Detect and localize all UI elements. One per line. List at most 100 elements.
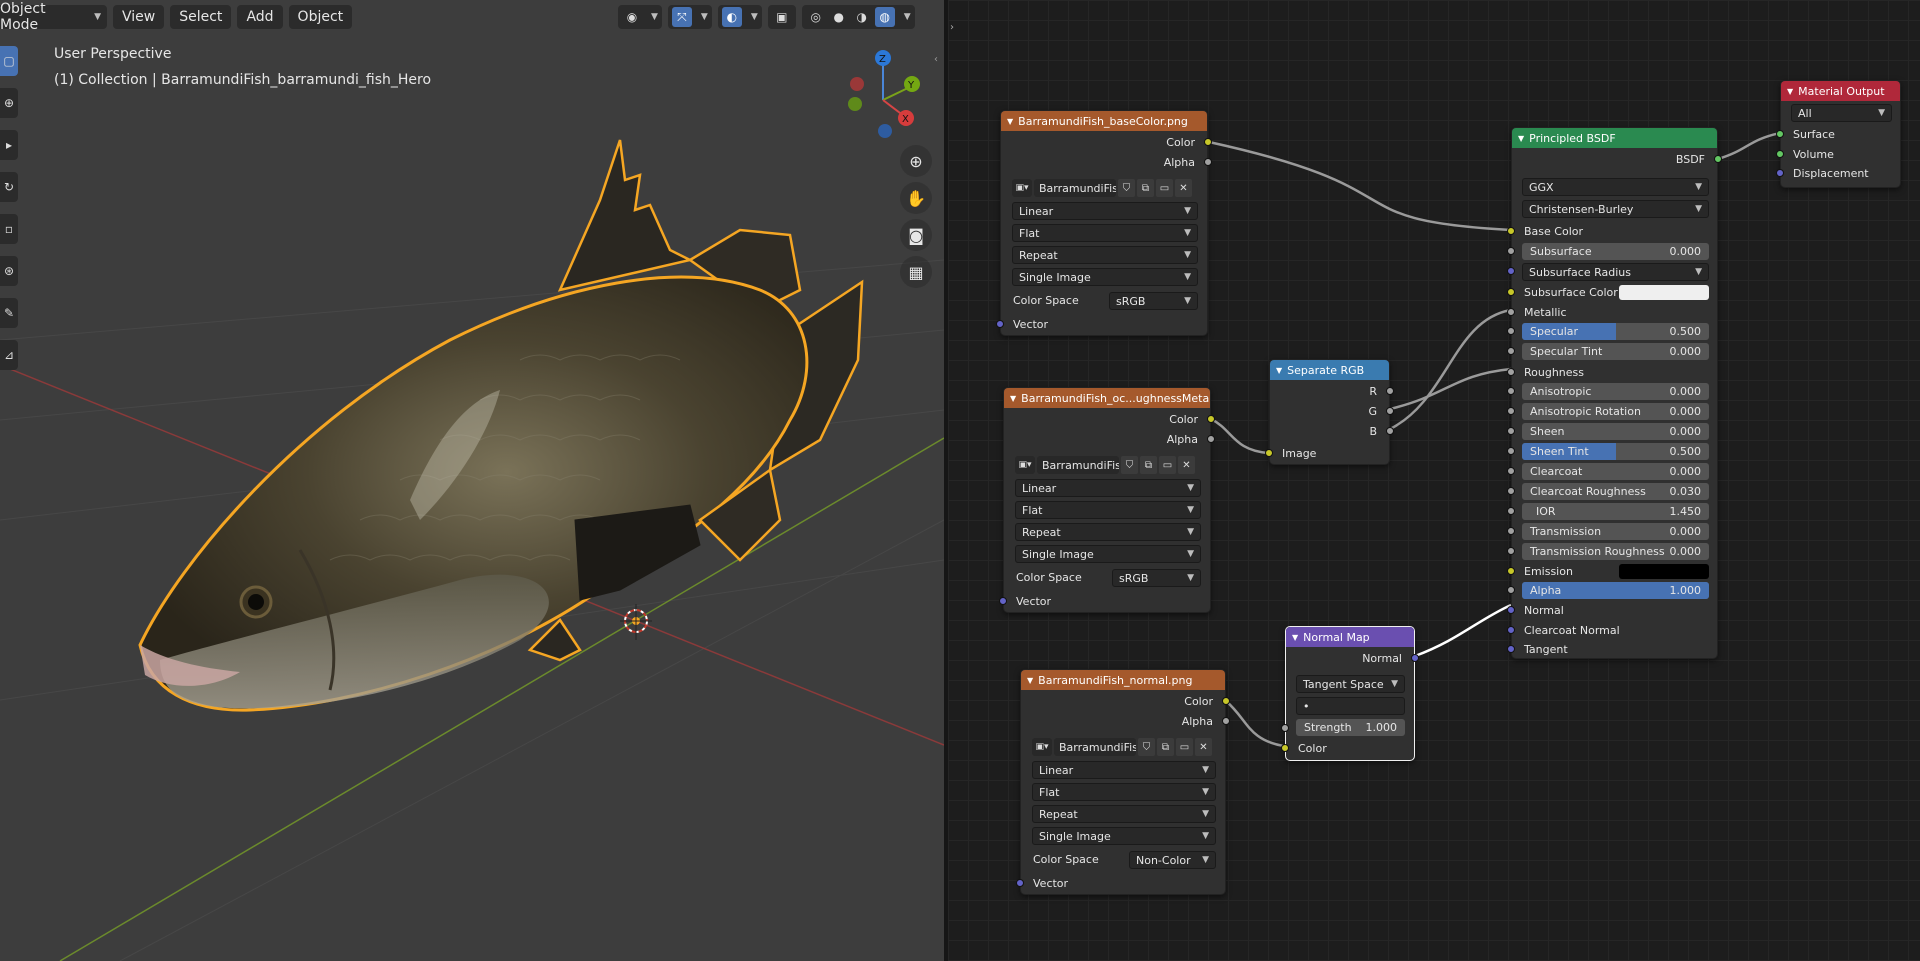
- projection-dropdown[interactable]: Flat ▼: [1015, 501, 1201, 519]
- image-browse-icon[interactable]: ▣▾: [1032, 738, 1052, 756]
- shading-group[interactable]: ◎ ● ◑ ◍ ▼: [801, 5, 915, 29]
- base-color-socket[interactable]: [1507, 227, 1515, 235]
- hand-icon[interactable]: ✋: [900, 182, 932, 214]
- anisotropic-rotation-field[interactable]: Anisotropic Rotation 0.000: [1522, 403, 1709, 420]
- shader-node-editor[interactable]: › ▼ BarramundiFish_baseColor.png Color Al…: [948, 0, 1920, 961]
- transmission-roughness-field[interactable]: Transmission Roughness 0.000: [1522, 543, 1709, 560]
- extension-dropdown[interactable]: Repeat ▼: [1012, 246, 1198, 264]
- source-dropdown[interactable]: Single Image ▼: [1015, 545, 1201, 563]
- barramundi-fish-model[interactable]: [138, 139, 864, 712]
- vector-socket[interactable]: [1016, 879, 1024, 887]
- folder-icon[interactable]: ▭: [1176, 738, 1193, 756]
- menu-view[interactable]: View: [113, 5, 165, 29]
- collapse-icon[interactable]: ▼: [1010, 394, 1016, 403]
- principled-bsdf-node[interactable]: ▼ Principled BSDF BSDF GGX ▼ Christensen-B…: [1507, 127, 1722, 659]
- specular-socket[interactable]: [1507, 327, 1515, 335]
- image-name[interactable]: BarramundiFish...: [1037, 456, 1119, 474]
- ior-field[interactable]: IOR 1.450: [1522, 503, 1709, 520]
- annotate-tool-icon[interactable]: ✎: [0, 298, 18, 328]
- g-socket[interactable]: [1386, 407, 1394, 415]
- displacement-socket[interactable]: [1776, 169, 1784, 177]
- tangent-socket[interactable]: [1507, 645, 1515, 653]
- target-dropdown[interactable]: All ▼: [1791, 104, 1892, 122]
- viewport-scene[interactable]: Z Y X: [0, 0, 944, 961]
- close-icon[interactable]: ✕: [1178, 456, 1195, 474]
- collapse-icon[interactable]: ▼: [1292, 633, 1298, 642]
- mode-dropdown[interactable]: Object Mode ▼: [0, 1, 107, 33]
- interpolation-dropdown[interactable]: Linear ▼: [1012, 202, 1198, 220]
- bsdf-socket[interactable]: [1714, 155, 1722, 163]
- image-name[interactable]: BarramundiFish...: [1054, 738, 1136, 756]
- image-name[interactable]: BarramundiFish...: [1034, 179, 1116, 197]
- menu-select[interactable]: Select: [170, 5, 232, 29]
- node-header[interactable]: ▼ Material Output: [1781, 81, 1900, 101]
- alpha-socket[interactable]: [1207, 435, 1215, 443]
- normal-socket[interactable]: [1411, 654, 1419, 662]
- color-space-dropdown[interactable]: sRGB ▼: [1109, 292, 1198, 310]
- duplicate-icon[interactable]: ⧉: [1157, 738, 1174, 756]
- menu-object[interactable]: Object: [288, 5, 353, 29]
- scale-tool-icon[interactable]: ▫: [0, 214, 18, 244]
- node-header[interactable]: ▼ BarramundiFish_normal.png: [1021, 670, 1225, 690]
- color-space-dropdown[interactable]: Non-Color ▼: [1129, 851, 1216, 869]
- collapse-icon[interactable]: ▼: [1787, 87, 1793, 96]
- collapse-icon[interactable]: ▼: [1027, 676, 1033, 685]
- subsurface-radius-dropdown[interactable]: Subsurface Radius ▼: [1522, 263, 1709, 281]
- solid-icon[interactable]: ●: [829, 7, 849, 27]
- 3d-viewport[interactable]: Z Y X Object Mode ▼ View Select Add Objec…: [0, 0, 944, 961]
- folder-icon[interactable]: ▭: [1159, 456, 1176, 474]
- folder-icon[interactable]: ▭: [1156, 179, 1173, 197]
- image-browse-icon[interactable]: ▣▾: [1015, 456, 1035, 474]
- cursor-tool-icon[interactable]: ⊕: [0, 88, 18, 118]
- image-texture-node-normal[interactable]: ▼ BarramundiFish_normal.png Color Alpha ▣…: [1016, 669, 1230, 895]
- camera-icon[interactable]: ◙: [900, 219, 932, 251]
- sheen-tint-field[interactable]: Sheen Tint 0.500: [1522, 443, 1709, 460]
- ior-socket[interactable]: [1507, 507, 1515, 515]
- image-browse-icon[interactable]: ▣▾: [1012, 179, 1032, 197]
- clearcoat-roughness-field[interactable]: Clearcoat Roughness 0.030: [1522, 483, 1709, 500]
- color-socket[interactable]: [1204, 138, 1212, 146]
- transform-tool-icon[interactable]: ⊛: [0, 256, 18, 286]
- gizmo-icon[interactable]: ⤧: [671, 7, 692, 27]
- orientation-gizmo[interactable]: Z Y X: [848, 50, 920, 138]
- source-dropdown[interactable]: Single Image ▼: [1032, 827, 1216, 845]
- shield-icon[interactable]: ⛉: [1118, 179, 1135, 197]
- subsurface-method-dropdown[interactable]: Christensen-Burley ▼: [1522, 200, 1709, 218]
- move-tool-icon[interactable]: ▸: [0, 130, 18, 160]
- rendered-icon[interactable]: ◍: [874, 7, 895, 27]
- node-header[interactable]: ▼ Separate RGB: [1270, 360, 1389, 380]
- xray-icon[interactable]: ▣: [772, 7, 792, 27]
- volume-socket[interactable]: [1776, 150, 1784, 158]
- grid-icon[interactable]: ▦: [900, 256, 932, 288]
- roughness-socket[interactable]: [1507, 368, 1515, 376]
- transmission-socket[interactable]: [1507, 527, 1515, 535]
- gizmo-group[interactable]: ⤧ ▼: [667, 5, 712, 29]
- image-texture-node-basecolor[interactable]: ▼ BarramundiFish_baseColor.png Color Alph…: [996, 110, 1212, 336]
- sheen-tint-socket[interactable]: [1507, 447, 1515, 455]
- image-socket[interactable]: [1265, 449, 1273, 457]
- projection-dropdown[interactable]: Flat ▼: [1032, 783, 1216, 801]
- node-header[interactable]: ▼ BarramundiFish_oc...ughnessMetallic.png: [1004, 388, 1210, 408]
- rotate-tool-icon[interactable]: ↻: [0, 172, 18, 202]
- 3d-cursor[interactable]: [620, 604, 652, 640]
- collapse-icon[interactable]: ▼: [1276, 366, 1282, 375]
- sheen-socket[interactable]: [1507, 427, 1515, 435]
- clearcoat-normal-socket[interactable]: [1507, 626, 1515, 634]
- distribution-dropdown[interactable]: GGX ▼: [1522, 178, 1709, 196]
- node-header[interactable]: ▼ Principled BSDF: [1512, 128, 1717, 148]
- visibility-icon[interactable]: ◉: [622, 7, 642, 27]
- emission-socket[interactable]: [1507, 567, 1515, 575]
- transmission-roughness-socket[interactable]: [1507, 547, 1515, 555]
- subsurface-radius-socket[interactable]: [1507, 267, 1515, 275]
- visibility-group[interactable]: ◉ ▼: [618, 5, 662, 29]
- color-space-dropdown[interactable]: sRGB ▼: [1112, 569, 1201, 587]
- overlay-group[interactable]: ◐ ▼: [717, 5, 762, 29]
- duplicate-icon[interactable]: ⧉: [1137, 179, 1154, 197]
- material-icon[interactable]: ◑: [852, 7, 872, 27]
- subsurface-socket[interactable]: [1507, 247, 1515, 255]
- node-header[interactable]: ▼ Normal Map: [1286, 627, 1414, 647]
- material-output-node[interactable]: ▼ Material Output All ▼ Surface Volume Dis…: [1776, 80, 1901, 188]
- anisotropic-rotation-socket[interactable]: [1507, 407, 1515, 415]
- emission-color-swatch[interactable]: [1619, 564, 1709, 579]
- specular-field[interactable]: Specular 0.500: [1522, 323, 1709, 340]
